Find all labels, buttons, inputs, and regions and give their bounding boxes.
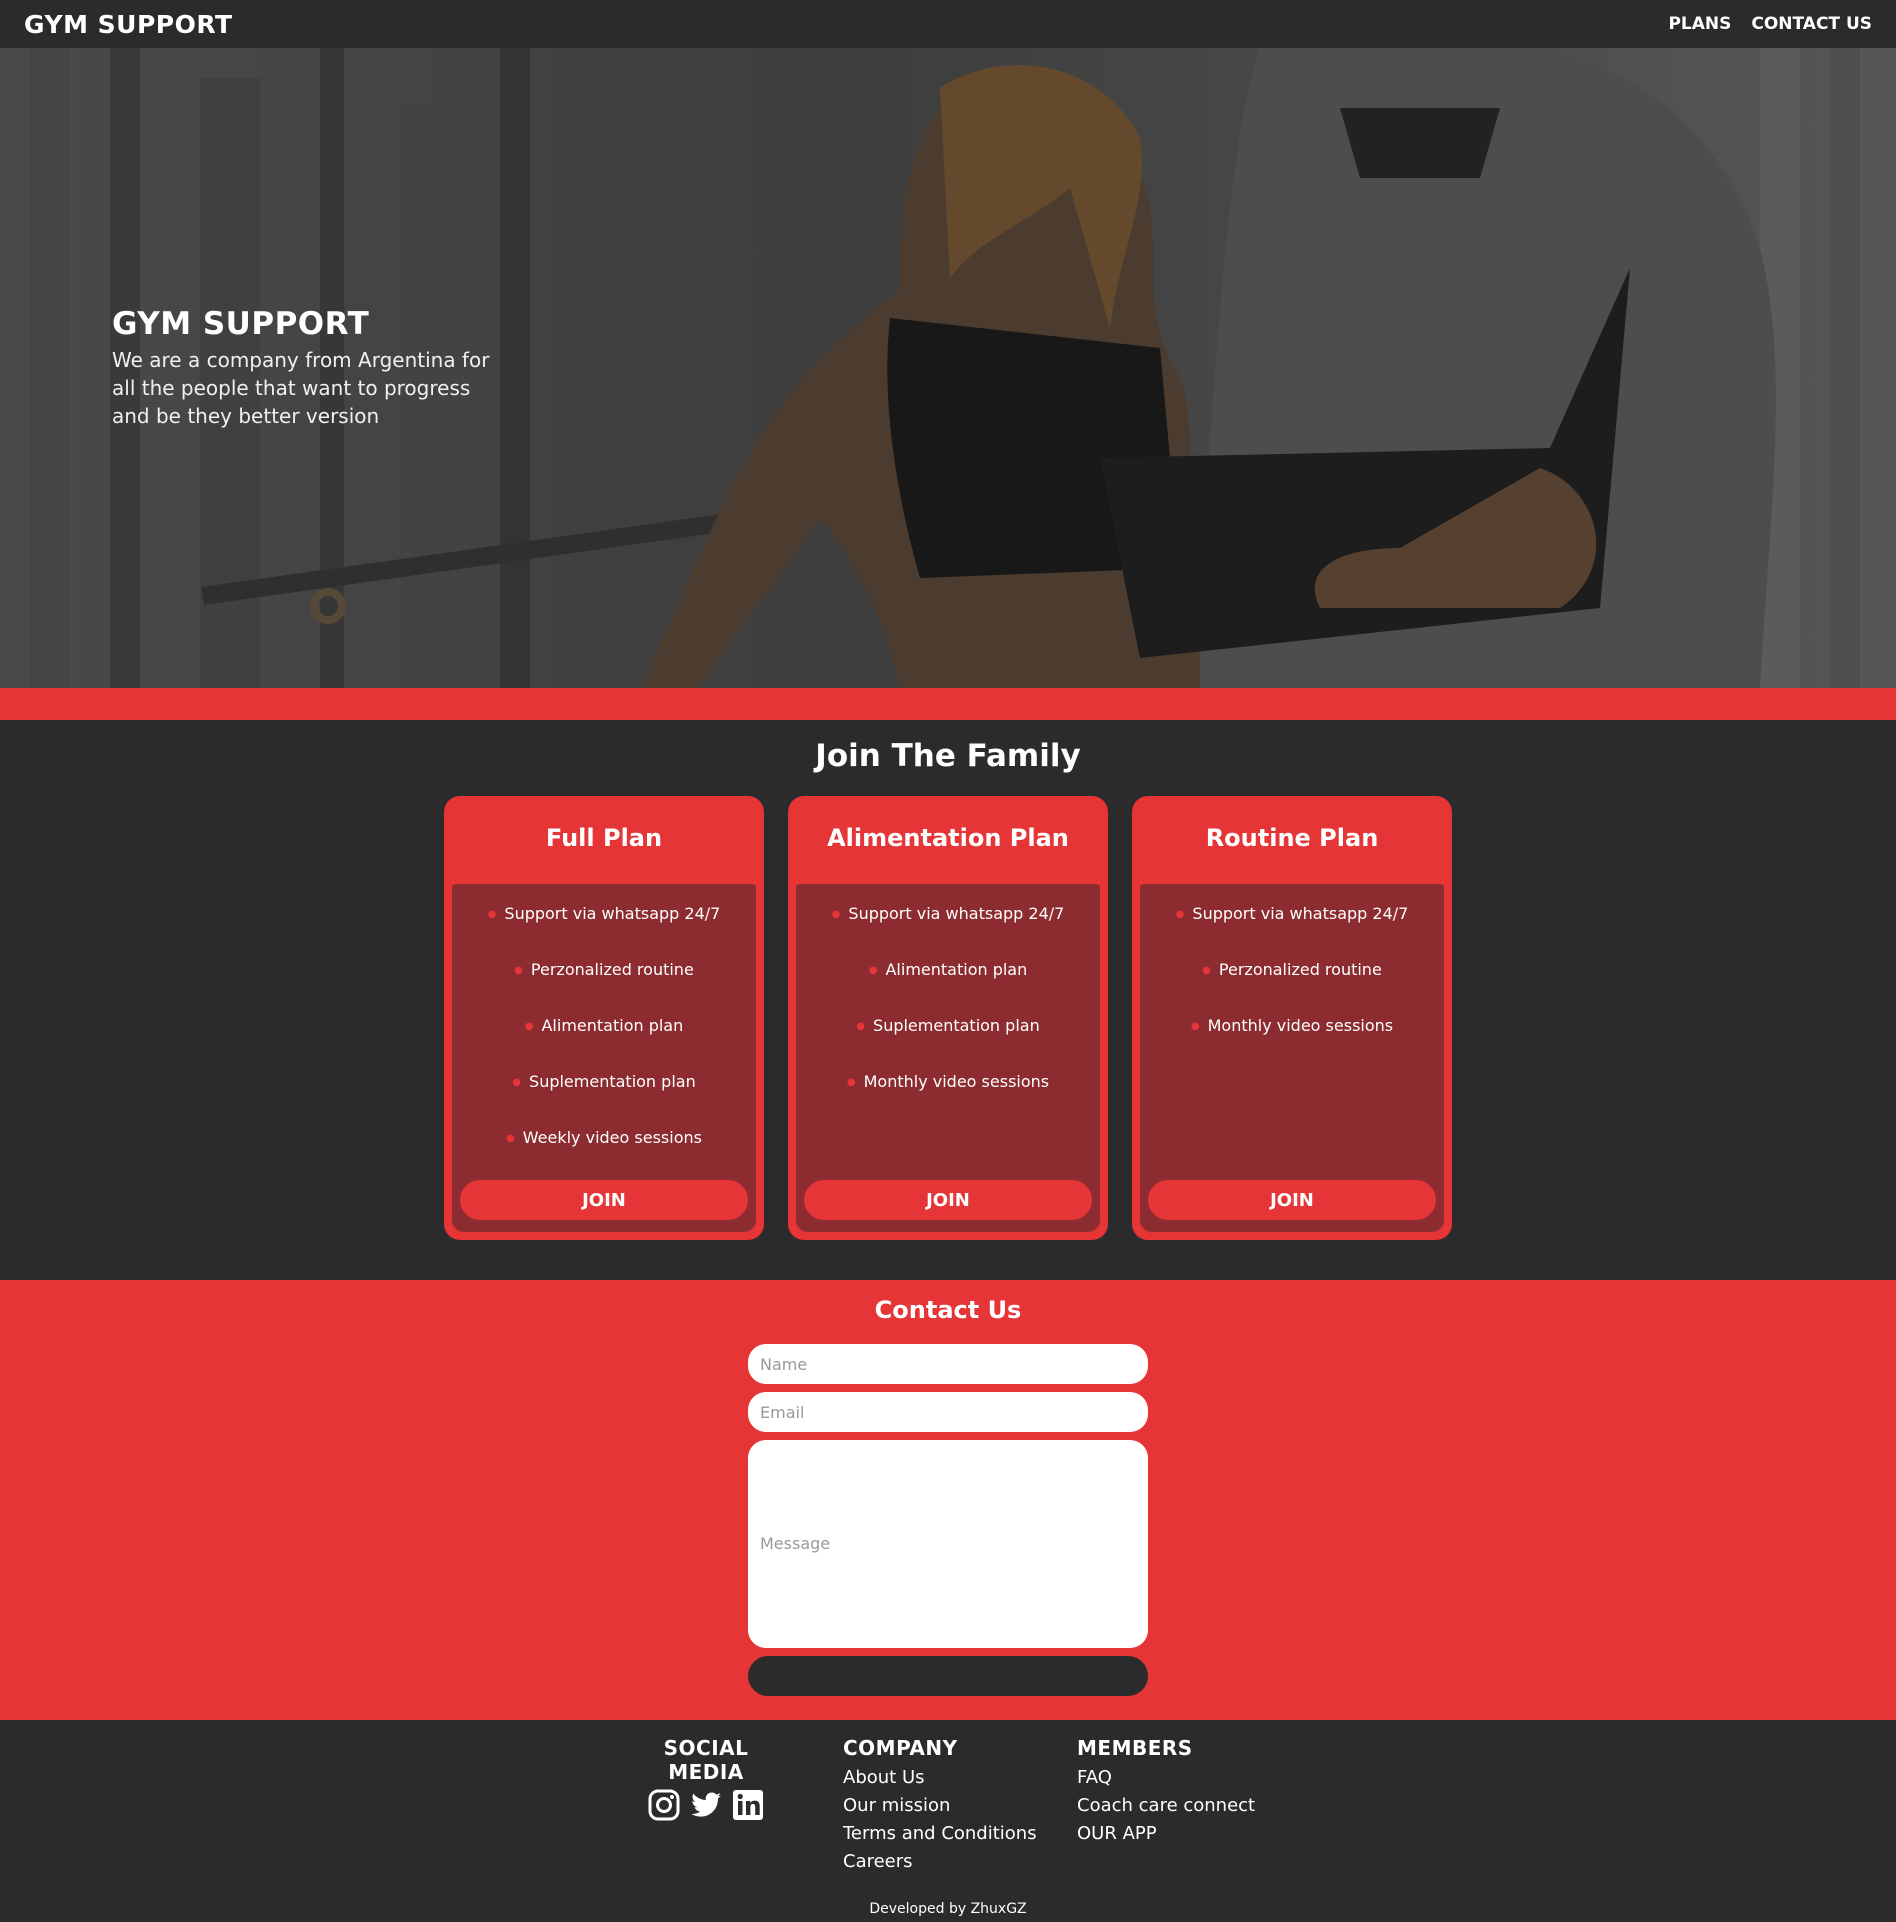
instagram-icon[interactable] [647,1788,681,1822]
developer-credit: Developed by ZhuxGZ [869,1901,1027,1917]
bullet-icon: ● [524,1021,534,1032]
bullet-icon: ● [506,1133,515,1144]
bullet-icon: ● [514,965,523,976]
footer-column-title: SOCIAL MEDIA [663,1736,749,1784]
hero-section: GYM SUPPORT We are a company from Argent… [0,48,1896,688]
bullet-icon: ● [831,909,841,920]
feature-item: ● Suplementation plan [512,1072,696,1091]
feature-item: ● Monthly video sessions [1190,1016,1394,1035]
footer-company-column: COMPANY About Us Our mission Terms and C… [843,1736,1037,1876]
plans-section: Join The Family Full Plan ● Support via w… [0,720,1896,1280]
plans-title: Join The Family [815,738,1081,774]
footer-link-careers[interactable]: Careers [843,1848,1037,1876]
accent-divider [0,688,1896,720]
plan-cards: Full Plan ● Support via whatsapp 24/7 ● Pe… [444,796,1452,1240]
plan-card-body: ● Support via whatsapp 24/7 ● Perzonalized… [452,884,756,1232]
nav-link-plans[interactable]: PLANS [1668,14,1731,34]
feature-list: ● Support via whatsapp 24/7 ● Perzonalized… [452,904,756,1184]
bullet-icon: ● [1202,965,1211,976]
nav-link-contact-us[interactable]: CONTACT US [1751,14,1872,34]
footer-link-terms[interactable]: Terms and Conditions [843,1820,1037,1848]
feature-item: ● Suplementation plan [856,1016,1040,1035]
feature-item: ● Monthly video sessions [846,1072,1050,1091]
footer-link-our-mission[interactable]: Our mission [843,1792,1037,1820]
bullet-icon: ● [856,1021,866,1032]
feature-item: ● Perzonalized routine [514,960,694,979]
email-input[interactable] [748,1392,1148,1432]
name-input[interactable] [748,1344,1148,1384]
feature-item: ● Support via whatsapp 24/7 [831,904,1065,923]
top-navbar: GYM SUPPORT PLANS CONTACT US [0,0,1896,48]
join-button-alimentation-plan[interactable]: JOIN [804,1180,1092,1220]
plan-card-body: ● Support via whatsapp 24/7 ● Perzonalized… [1140,884,1444,1232]
contact-title: Contact Us [874,1296,1022,1324]
hero-text-block: GYM SUPPORT We are a company from Argent… [112,306,512,430]
feature-item: ● Perzonalized routine [1202,960,1382,979]
footer-link-faq[interactable]: FAQ [1077,1764,1255,1792]
plan-card-body: ● Support via whatsapp 24/7 ● Alimentation… [796,884,1100,1232]
bullet-icon: ● [487,909,497,920]
linkedin-icon[interactable] [731,1788,765,1822]
bullet-icon: ● [846,1077,856,1088]
bullet-icon: ● [1190,1021,1200,1032]
feature-list: ● Support via whatsapp 24/7 ● Perzonalized… [1140,904,1444,1072]
footer: SOCIAL MEDIA COMPANY About Us Our missio… [0,1720,1896,1922]
footer-link-coach-care[interactable]: Coach care connect [1077,1792,1255,1820]
brand-logo[interactable]: GYM SUPPORT [24,10,233,39]
feature-item: ● Alimentation plan [868,960,1028,979]
join-button-full-plan[interactable]: JOIN [460,1180,748,1220]
footer-link-about-us[interactable]: About Us [843,1764,1037,1792]
plan-card-full: Full Plan ● Support via whatsapp 24/7 ● Pe… [444,796,764,1240]
feature-item: ● Alimentation plan [524,1016,684,1035]
bullet-icon: ● [868,965,878,976]
footer-link-our-app[interactable]: OUR APP [1077,1820,1255,1848]
plan-card-title: Alimentation Plan [827,824,1069,852]
footer-social-column: SOCIAL MEDIA [626,1736,786,1822]
footer-column-title: COMPANY [843,1736,958,1760]
feature-item: ● Support via whatsapp 24/7 [487,904,721,923]
feature-list: ● Support via whatsapp 24/7 ● Alimentation… [796,904,1100,1128]
plan-card-title: Full Plan [545,824,663,852]
join-button-routine-plan[interactable]: JOIN [1148,1180,1436,1220]
social-icons [626,1788,786,1822]
footer-members-column: MEMBERS FAQ Coach care connect OUR APP [1077,1736,1255,1848]
nav-links: PLANS CONTACT US [1668,14,1872,34]
plan-card-routine: Routine Plan ● Support via whatsapp 24/7 … [1132,796,1452,1240]
twitter-icon[interactable] [689,1788,723,1822]
feature-item: ● Weekly video sessions [506,1128,702,1147]
bullet-icon: ● [512,1077,522,1088]
submit-button[interactable] [748,1656,1148,1696]
bullet-icon: ● [1175,909,1185,920]
message-textarea[interactable] [748,1440,1148,1648]
plan-card-title: Routine Plan [1205,824,1379,852]
hero-description: We are a company from Argentina for all … [112,348,490,428]
contact-section: Contact Us [0,1280,1896,1720]
hero-title: GYM SUPPORT [112,306,370,342]
footer-column-title: MEMBERS [1077,1736,1193,1760]
plan-card-alimentation: Alimentation Plan ● Support via whatsapp … [788,796,1108,1240]
feature-item: ● Support via whatsapp 24/7 [1175,904,1409,923]
